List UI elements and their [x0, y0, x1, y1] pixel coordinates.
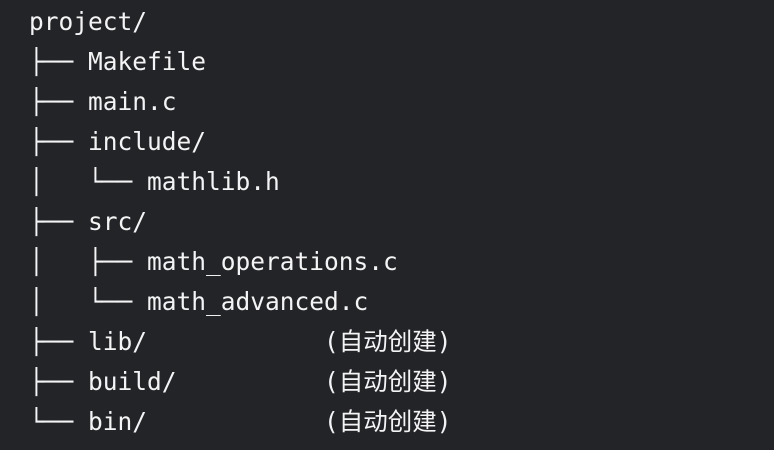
- tree-line-main-c: ├── main.c: [29, 82, 452, 122]
- tree-line-lib: ├── lib/ (自动创建): [29, 322, 452, 362]
- tree-line-build: ├── build/ (自动创建): [29, 362, 452, 402]
- tree-text: project/: [29, 7, 148, 36]
- directory-tree-code-block: project/ ├── Makefile ├── main.c ├── inc…: [29, 2, 452, 442]
- tree-text: ├── include/: [29, 127, 207, 156]
- tree-line-math-operations: │ ├── math_operations.c: [29, 242, 452, 282]
- tree-text: ├── src/: [29, 207, 148, 236]
- tree-text: ├── build/: [29, 367, 325, 396]
- tree-text: ├── lib/: [29, 327, 325, 356]
- auto-created-note: (自动创建): [324, 367, 452, 396]
- tree-line-math-advanced: │ └── math_advanced.c: [29, 282, 452, 322]
- tree-text: ├── main.c: [29, 87, 177, 116]
- tree-line-mathlib-h: │ └── mathlib.h: [29, 162, 452, 202]
- tree-text: │ ├── math_operations.c: [29, 247, 398, 276]
- tree-text: ├── Makefile: [29, 47, 207, 76]
- tree-line-bin: └── bin/ (自动创建): [29, 402, 452, 442]
- tree-line-src: ├── src/: [29, 202, 452, 242]
- tree-text: │ └── mathlib.h: [29, 167, 280, 196]
- tree-line-makefile: ├── Makefile: [29, 42, 452, 82]
- tree-line-project: project/: [29, 2, 452, 42]
- tree-line-include: ├── include/: [29, 122, 452, 162]
- tree-text: └── bin/: [29, 407, 325, 436]
- tree-text: │ └── math_advanced.c: [29, 287, 369, 316]
- auto-created-note: (自动创建): [324, 407, 452, 436]
- auto-created-note: (自动创建): [324, 327, 452, 356]
